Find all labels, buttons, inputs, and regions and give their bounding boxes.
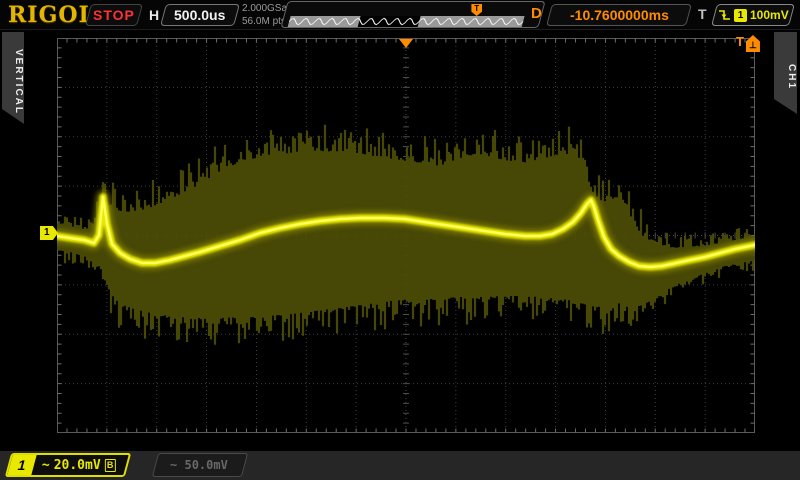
top-status-bar: RIGOL STOP H 500.0us 2.000GSa/s 56.0M pt… [0, 0, 800, 30]
horizontal-label: H [149, 7, 160, 23]
tab-ch1-menu[interactable]: CH1 [774, 32, 797, 114]
ch2-coupling-and-scale: ~ 50.0mV [170, 458, 228, 472]
falling-edge-icon [718, 10, 730, 20]
ch1-scale-value: 20.0mV [53, 457, 101, 473]
ch1-status-box[interactable]: 1 ~ 20.0mV B [4, 453, 132, 477]
ch1-coupling-icon: ~ [42, 457, 50, 473]
waveform-preview-bar[interactable]: T [280, 1, 546, 28]
channel-status-bar: 1 ~ 20.0mV B 2 ~ 50.0mV 02:04 [0, 451, 800, 480]
trigger-level-value: 100mV [749, 8, 789, 22]
timebase-box[interactable]: 500.0us [160, 4, 240, 26]
tab-vertical-menu[interactable]: VERTICAL [2, 32, 24, 124]
trigger-delay-value: -10.7600000ms [569, 7, 669, 23]
trigger-source-badge: 1 [733, 8, 747, 22]
trigger-label: T [698, 6, 707, 22]
run-state-label: STOP [93, 7, 135, 23]
ch2-status-box[interactable]: ~ 50.0mV [151, 453, 249, 477]
trigger-level-up-arrow-icon: ⊥ [745, 35, 760, 52]
measurement-freq-ch2[interactable]: Freq = ***** [495, 437, 589, 452]
oscilloscope-screen: RIGOL STOP H 500.0us 2.000GSa/s 56.0M pt… [0, 0, 800, 480]
trigger-level-offscreen-marker: T ⊥ [736, 35, 760, 52]
ch1-bandwidth-limit-icon: B [104, 458, 116, 472]
timebase-value: 500.0us [174, 7, 226, 23]
measurement-vpp-ch2-selected[interactable]: Vpp = **** [637, 437, 715, 452]
trigger-t-label: T [736, 34, 744, 49]
measurement-period-ch1[interactable]: Period = 2.430ms [205, 437, 330, 452]
waveform-display-area [57, 38, 755, 433]
trigger-settings-box[interactable]: 1 100mV [711, 4, 795, 26]
run-stop-status[interactable]: STOP [85, 4, 143, 26]
ch1-ground-level-flag[interactable]: 1 [40, 226, 58, 240]
trigger-delay-box[interactable]: -10.7600000ms [546, 4, 692, 26]
measurement-vpp-ch1[interactable]: Vpp = 67.2mV [350, 437, 444, 452]
rigol-logo: RIGOL [8, 2, 95, 28]
ch1-number-badge: 1 [6, 453, 38, 477]
memory-waveform-thumbnail [287, 16, 525, 27]
trigger-position-triangle[interactable] [399, 39, 413, 48]
delay-label: D [531, 5, 542, 22]
measurement-freq-ch1[interactable]: Freq = 411.5 Hz [65, 437, 182, 452]
